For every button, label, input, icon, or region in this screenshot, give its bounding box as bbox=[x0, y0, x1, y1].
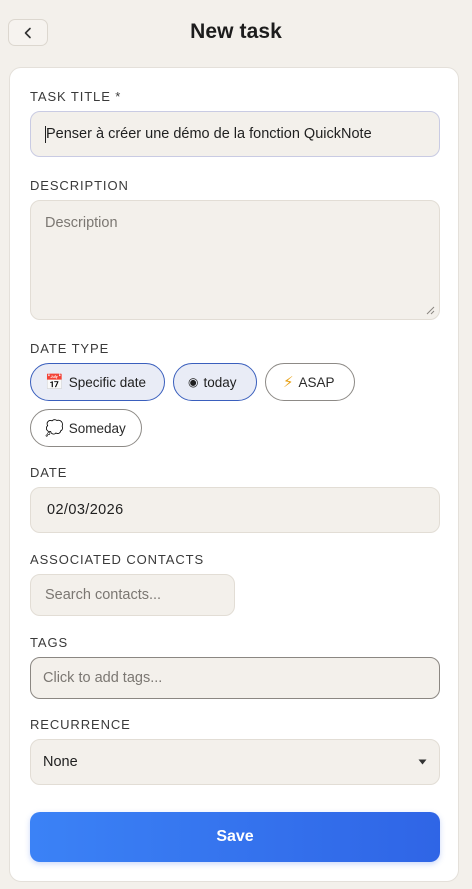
date-value: 02/03/2026 bbox=[47, 502, 124, 518]
date-type-someday[interactable]: 💭 Someday bbox=[30, 409, 142, 447]
radio-dot-icon: ◉ bbox=[188, 375, 199, 389]
contacts-search-input[interactable]: Search contacts... bbox=[30, 574, 235, 616]
recurrence-value: None bbox=[43, 754, 78, 770]
chip-label: ASAP bbox=[298, 374, 335, 390]
chip-label: today bbox=[203, 374, 237, 390]
description-textarea[interactable]: Description bbox=[30, 200, 440, 320]
date-label: DATE bbox=[30, 465, 68, 480]
task-form-card: TASK TITLE * Penser à créer une démo de … bbox=[9, 67, 459, 882]
description-label: DESCRIPTION bbox=[30, 178, 129, 193]
thought-bubble-icon: 💭 bbox=[45, 419, 64, 437]
calendar-icon: 📅 bbox=[45, 373, 64, 391]
dropdown-arrow-icon bbox=[418, 759, 427, 765]
header: New task bbox=[0, 0, 472, 66]
date-input[interactable]: 02/03/2026 bbox=[30, 487, 440, 533]
associated-contacts-label: ASSOCIATED CONTACTS bbox=[30, 552, 205, 567]
tags-label: TAGS bbox=[30, 635, 69, 650]
save-button[interactable]: Save bbox=[30, 812, 440, 862]
date-type-asap[interactable]: ⚡ ASAP bbox=[265, 363, 355, 401]
task-title-input[interactable]: Penser à créer une démo de la fonction Q… bbox=[30, 111, 440, 157]
date-type-today[interactable]: ◉ today bbox=[173, 363, 257, 401]
tags-input[interactable]: Click to add tags... bbox=[30, 657, 440, 699]
chip-label: Someday bbox=[68, 420, 126, 436]
recurrence-select[interactable]: None bbox=[30, 739, 440, 785]
contacts-placeholder: Search contacts... bbox=[45, 587, 162, 603]
page-title: New task bbox=[190, 20, 282, 43]
date-type-specific-date[interactable]: 📅 Specific date bbox=[30, 363, 165, 401]
recurrence-label: RECURRENCE bbox=[30, 717, 131, 732]
task-title-label: TASK TITLE * bbox=[30, 89, 122, 104]
tags-placeholder: Click to add tags... bbox=[43, 670, 163, 686]
lightning-icon: ⚡ bbox=[283, 373, 294, 391]
task-title-value: Penser à créer une démo de la fonction Q… bbox=[46, 126, 372, 142]
resize-handle-icon[interactable] bbox=[426, 306, 435, 315]
chip-label: Specific date bbox=[68, 374, 146, 390]
description-placeholder: Description bbox=[45, 215, 118, 231]
date-type-label: DATE TYPE bbox=[30, 341, 110, 356]
